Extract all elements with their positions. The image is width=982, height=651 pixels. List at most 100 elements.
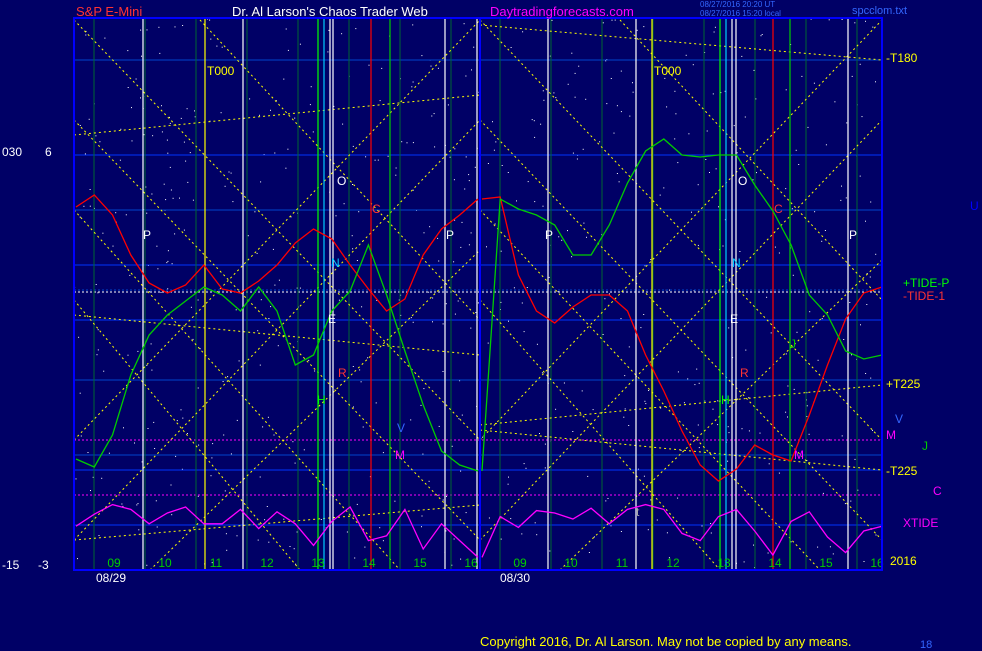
background-dot (542, 205, 544, 207)
background-dot (608, 293, 610, 295)
background-dot (548, 276, 550, 278)
background-dot (112, 245, 114, 247)
background-dot (521, 533, 523, 535)
background-dot (352, 366, 354, 367)
background-dot (158, 26, 160, 28)
background-dot (785, 411, 787, 413)
hour-tick-label: 13 (717, 556, 731, 570)
background-dot (434, 146, 436, 148)
background-dot (170, 189, 172, 191)
background-dot (129, 274, 131, 276)
background-dot (401, 141, 403, 143)
background-dot (650, 259, 652, 261)
background-dot (169, 166, 171, 168)
background-dot (739, 251, 741, 252)
background-dot (356, 260, 358, 261)
background-dot (210, 475, 212, 477)
background-dot (586, 236, 587, 238)
background-dot (299, 43, 301, 45)
background-dot (182, 25, 184, 26)
background-dot (465, 156, 467, 158)
background-dot (841, 435, 843, 437)
background-dot (728, 327, 730, 329)
background-dot (97, 329, 99, 331)
background-dot (225, 533, 227, 535)
background-dot (787, 416, 788, 418)
background-dot (152, 135, 154, 137)
background-dot (165, 199, 167, 201)
background-dot (551, 19, 553, 21)
label-t225-minus: -T225 (886, 464, 918, 478)
background-dot (464, 188, 466, 190)
background-dot (728, 432, 730, 434)
background-dot (355, 28, 357, 30)
background-dot (675, 113, 677, 115)
background-dot (406, 142, 408, 144)
background-dot (167, 260, 169, 262)
background-dot (677, 497, 679, 499)
background-dot (140, 29, 142, 31)
background-dot (588, 552, 590, 553)
background-dot (844, 503, 846, 505)
background-dot (733, 125, 735, 127)
background-dot (501, 165, 503, 166)
background-dot (760, 35, 762, 37)
background-dot (254, 211, 256, 213)
background-dot (230, 453, 232, 455)
background-dot (335, 215, 337, 217)
background-dot (79, 216, 81, 218)
background-dot (697, 424, 699, 426)
background-dot (314, 370, 316, 372)
background-dot (179, 197, 180, 199)
background-dot (500, 538, 502, 540)
series-line-tidep (481, 138, 883, 472)
background-dot (793, 388, 795, 390)
background-dot (430, 65, 432, 67)
background-dot (327, 51, 329, 53)
background-dot (451, 445, 453, 447)
background-dot (285, 167, 287, 169)
background-dot (487, 163, 489, 164)
background-dot (567, 83, 569, 85)
background-dot (154, 448, 156, 449)
background-dot (270, 109, 271, 111)
background-dot (453, 261, 455, 263)
background-dot (500, 250, 502, 252)
background-dot (103, 370, 105, 372)
background-dot (606, 103, 608, 105)
background-dot (870, 201, 872, 203)
background-dot (260, 299, 262, 301)
background-dot (88, 118, 90, 120)
background-dot (744, 116, 746, 118)
background-dot (148, 291, 150, 293)
diagonal-line (73, 94, 481, 136)
background-dot (147, 428, 149, 429)
background-dot (180, 409, 182, 411)
background-dot (174, 233, 176, 235)
background-dot (468, 244, 470, 246)
planet-marker-label: R (740, 366, 749, 380)
background-dot (710, 532, 712, 534)
background-dot (277, 345, 279, 347)
site-url[interactable]: Daytradingforecasts.com (490, 4, 634, 19)
background-dot (131, 107, 132, 109)
background-dot (709, 172, 710, 173)
background-dot (268, 318, 270, 319)
background-dot (120, 128, 122, 130)
date-label: 08/29 (96, 571, 126, 585)
background-dot (795, 149, 797, 151)
background-dot (817, 359, 819, 361)
background-dot (421, 526, 422, 528)
hour-tick-label: 11 (616, 556, 629, 570)
background-dot (542, 90, 544, 92)
label-c: C (933, 484, 942, 498)
background-dot (232, 201, 234, 203)
background-dot (104, 37, 106, 39)
background-dot (438, 260, 440, 262)
background-dot (80, 435, 82, 437)
planet-marker-label: P (545, 228, 553, 242)
background-dot (266, 506, 268, 507)
background-dot (785, 89, 787, 91)
background-dot (534, 201, 536, 203)
background-dot (226, 549, 228, 551)
